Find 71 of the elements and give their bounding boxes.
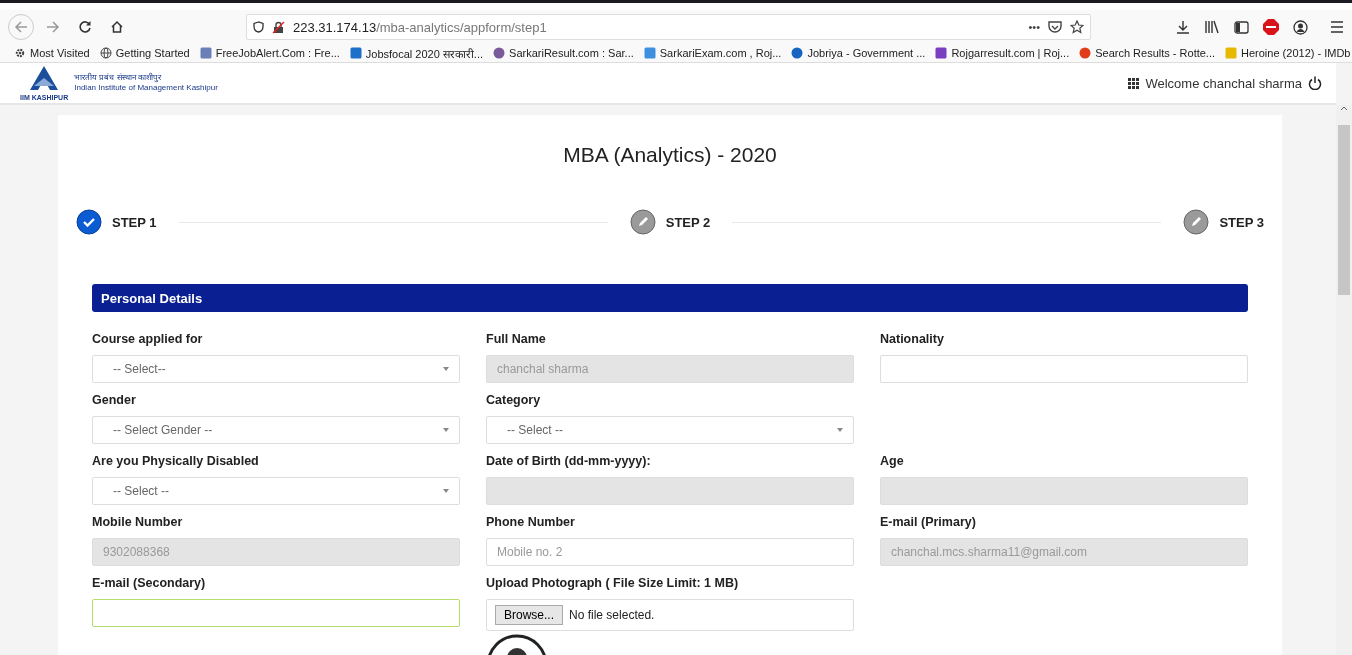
field-label: E-mail (Secondary) (92, 576, 207, 592)
field-label: Nationality (880, 332, 945, 348)
welcome-text: Welcome chanchal sharma (1145, 75, 1302, 91)
input-field[interactable] (880, 355, 1248, 383)
institute-name-english: Indian Institute of Management Kashipur (74, 83, 218, 93)
menu-icon[interactable] (1330, 21, 1344, 33)
step-indicator: STEP 1 (76, 209, 157, 235)
field-label: Upload Photograph ( File Size Limit: 1 MB) (486, 576, 740, 592)
field-label: Full Name (486, 332, 547, 348)
bookmark-item[interactable]: SarkariExam.com , Roj... (643, 47, 782, 59)
field-label: Category (486, 393, 542, 409)
address-bar[interactable]: 223.31.174.13/mba-analytics/appform/step1 ••• (246, 14, 1091, 40)
field-label: Age (880, 454, 905, 470)
back-arrow-icon (14, 20, 28, 34)
select-dropdown[interactable]: -- Select -- (486, 416, 854, 444)
power-icon[interactable] (1308, 76, 1322, 90)
select-dropdown[interactable]: -- Select Gender -- (92, 416, 460, 444)
bookmark-item[interactable]: Heroine (2012) - IMDb (1225, 47, 1351, 59)
download-icon[interactable] (1176, 20, 1190, 34)
shield-icon (253, 21, 264, 33)
field-label: Gender (92, 393, 137, 409)
input-field[interactable] (92, 599, 460, 627)
library-icon[interactable] (1204, 20, 1220, 34)
institute-name-hindi: भारतीय प्रबंध संस्थान काशीपुर (74, 73, 163, 83)
step-indicator: STEP 2 (629, 209, 711, 235)
step-indicator: STEP 3 (1183, 209, 1264, 235)
caret-icon (443, 367, 449, 371)
check-circle-icon (76, 209, 102, 235)
bookmark-item[interactable]: Search Results - Rotte... (1079, 47, 1216, 59)
account-icon[interactable] (1293, 19, 1308, 35)
input-field[interactable]: Mobile no. 2 (486, 538, 854, 566)
file-upload-field[interactable]: Browse... No file selected. (486, 599, 854, 631)
bookmark-item[interactable]: Most Visited (14, 47, 90, 59)
field-label: Course applied for (92, 332, 204, 348)
insecure-lock-icon (272, 20, 285, 34)
select-dropdown[interactable]: -- Select-- (92, 355, 460, 383)
page-title: MBA (Analytics) - 2020 (562, 142, 778, 167)
adblock-icon[interactable] (1263, 19, 1279, 35)
apps-grid-icon[interactable] (1128, 77, 1140, 89)
bookmark-item[interactable]: Jobsfocal 2020 सरकारी... (349, 45, 484, 61)
bookmark-item[interactable]: FreeJobAlert.Com : Fre... (199, 47, 340, 59)
pocket-icon[interactable] (1048, 20, 1062, 34)
sidebar-icon[interactable] (1234, 20, 1249, 34)
section-header: Personal Details (92, 284, 1248, 312)
field-label: E-mail (Primary) (880, 515, 977, 531)
caret-icon (837, 428, 843, 432)
caret-icon (443, 489, 449, 493)
forward-arrow-icon (46, 20, 60, 34)
bookmark-item[interactable]: SarkariResult.com : Sar... (493, 47, 634, 59)
globe-icon (99, 47, 112, 59)
field-label: Date of Birth (dd-mm-yyyy): (486, 454, 652, 470)
pencil-circle-icon (1183, 209, 1210, 235)
gear-icon (14, 47, 26, 59)
bookmark-item[interactable]: Rojgarresult.com | Roj... (935, 47, 1070, 59)
page-actions-menu[interactable]: ••• (1028, 21, 1040, 33)
bookmark-star-icon[interactable] (1070, 20, 1084, 34)
browse-button[interactable]: Browse... (495, 605, 563, 625)
reload-icon (78, 20, 92, 34)
caret-icon (443, 428, 449, 432)
home-icon (110, 20, 124, 34)
scroll-up-icon[interactable] (1340, 105, 1348, 111)
field-label: Phone Number (486, 515, 576, 531)
scrollbar-thumb[interactable] (1338, 125, 1350, 295)
bookmark-item[interactable]: Getting Started (99, 47, 190, 59)
field-label: Are you Physically Disabled (92, 454, 260, 470)
field-label: Mobile Number (92, 515, 184, 531)
bookmark-item[interactable]: Jobriya - Government ... (791, 47, 926, 59)
pencil-circle-icon (629, 209, 656, 235)
file-status-text: No file selected. (569, 608, 655, 622)
select-dropdown[interactable]: -- Select -- (92, 477, 460, 505)
url-text: 223.31.174.13/mba-analytics/appform/step1 (293, 19, 547, 35)
